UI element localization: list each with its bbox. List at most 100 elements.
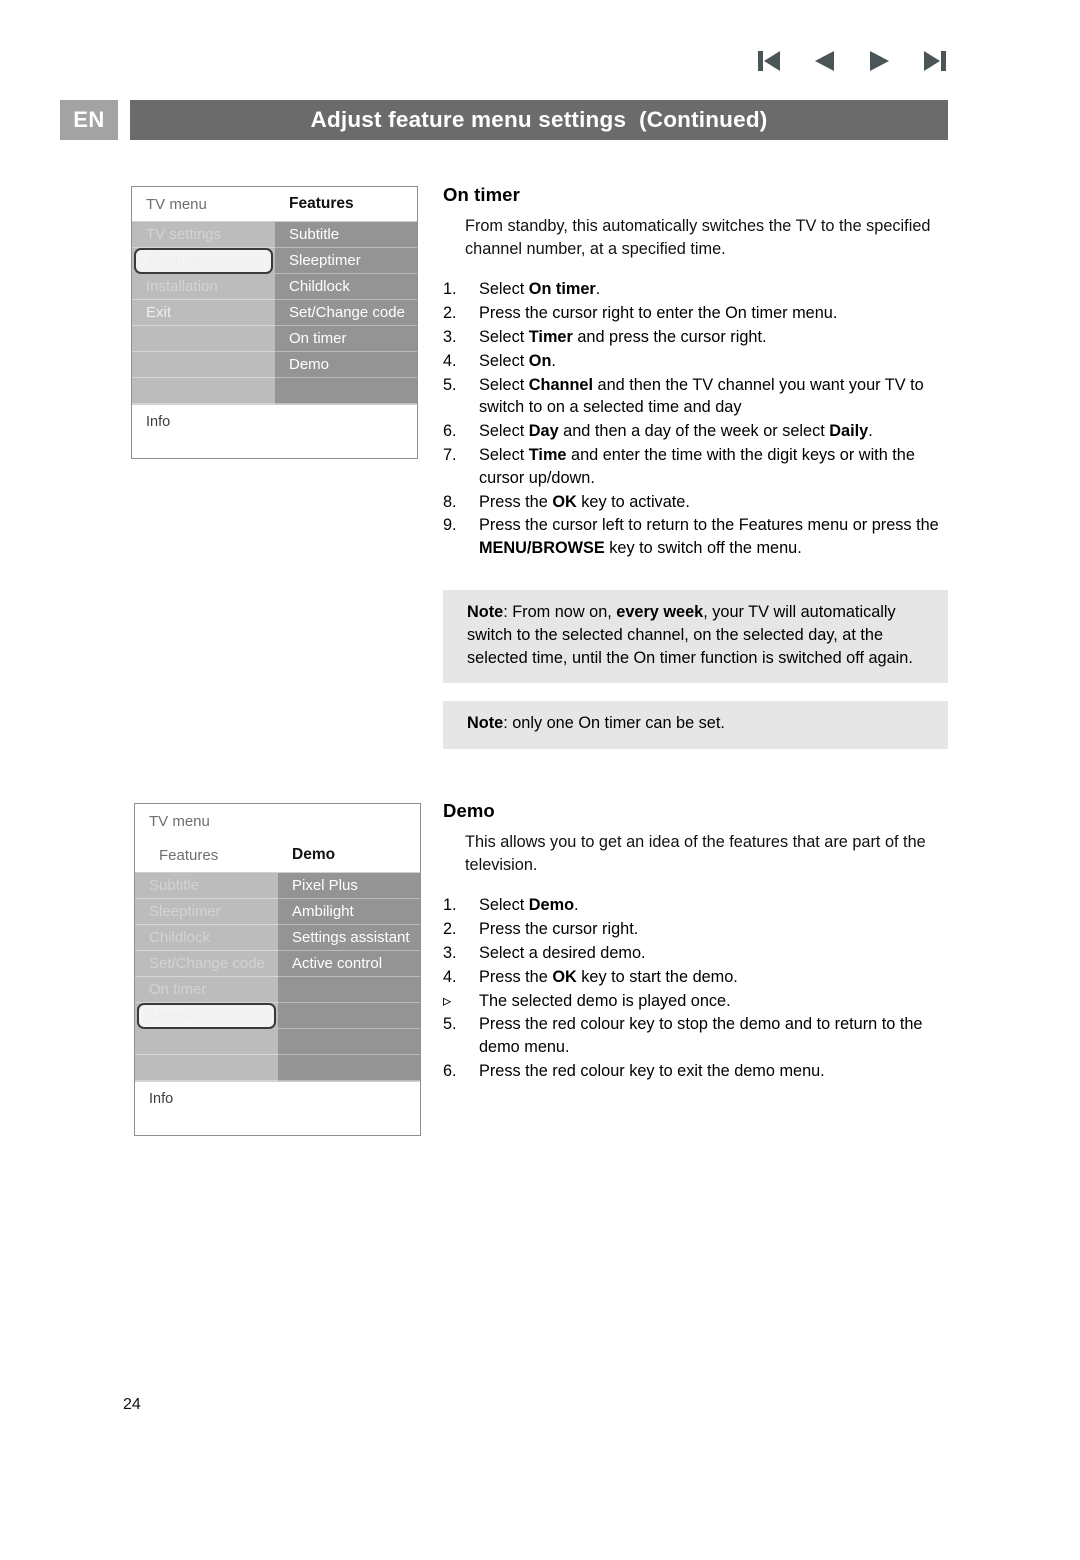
menu-header-left: TV menu — [146, 195, 207, 213]
section-intro: From standby, this automatically switche… — [465, 217, 931, 259]
step-number: 7. — [443, 445, 457, 464]
menu-header-row-top: TV menu — [135, 804, 420, 838]
step-item: 1. Select On timer. — [443, 278, 948, 301]
step-item: 5. Press the red colour key to stop the d… — [443, 1013, 948, 1059]
menu-header-row: Features Demo — [135, 838, 420, 873]
menu-info-footer: Info — [135, 1081, 420, 1135]
menu-item[interactable]: Childlock — [135, 925, 278, 951]
menu-item — [132, 326, 275, 352]
menu-item-selected[interactable]: Demo — [137, 1003, 276, 1029]
step-text: Press the red colour key to exit the dem… — [479, 1061, 825, 1080]
menu-item-selected[interactable]: Features — [134, 248, 273, 274]
menu-header-right: Demo — [292, 846, 336, 863]
section-title: Demo — [443, 800, 495, 821]
step-number: 6. — [443, 422, 457, 441]
section-on-timer: On timer From standby, this automaticall… — [443, 184, 948, 749]
menu-item — [132, 352, 275, 378]
step-number: 3. — [443, 943, 457, 962]
menu-item[interactable]: Set/Change code — [275, 300, 417, 326]
page-title-bar: Adjust feature menu settings (Continued) — [130, 100, 948, 140]
menu-body: TV settings Features Installation Exit Subt… — [132, 222, 417, 404]
page-navigation-arrows — [752, 44, 952, 78]
menu-item[interactable]: On timer — [135, 977, 278, 1003]
step-number: 1. — [443, 896, 457, 915]
step-number: 5. — [443, 375, 457, 394]
step-item: 2. Press the cursor right. — [443, 918, 948, 941]
menu-item[interactable]: Childlock — [275, 274, 417, 300]
menu-item[interactable]: Active control — [278, 951, 420, 977]
menu-item — [278, 1003, 420, 1029]
step-text: Select Day and then a day of the week or… — [479, 422, 873, 441]
menu-item[interactable]: On timer — [275, 326, 417, 352]
menu-item — [135, 1055, 278, 1081]
menu-item — [278, 1055, 420, 1081]
menu-item — [132, 378, 275, 404]
step-number: 6. — [443, 1061, 457, 1080]
step-number: 4. — [443, 967, 457, 986]
menu-header-top: TV menu — [149, 812, 210, 830]
menu-item[interactable]: Sleeptimer — [135, 899, 278, 925]
step-text: Select Channel and then the TV channel y… — [479, 375, 924, 417]
step-item: 4. Select On. — [443, 350, 948, 373]
page-number: 24 — [123, 1396, 141, 1413]
menu-item[interactable]: TV settings — [132, 222, 275, 248]
step-text: Select a desired demo. — [479, 943, 646, 962]
first-page-icon[interactable] — [752, 46, 786, 76]
step-text: Press the cursor right. — [479, 920, 639, 939]
menu-left-column: Subtitle Sleeptimer Childlock Set/Change co… — [135, 873, 278, 1081]
demo-step-list: 1. Select Demo. 2. Press the cursor right. 3… — [443, 894, 948, 1083]
page-title: Adjust feature menu settings (Continued) — [310, 107, 768, 132]
tv-menu-screenshot-demo: TV menu Features Demo Subtitle Sleeptimer… — [134, 803, 421, 1136]
menu-item[interactable]: Exit — [132, 300, 275, 326]
step-number: 1. — [443, 280, 457, 299]
section-title: On timer — [443, 184, 520, 205]
previous-page-icon[interactable] — [807, 46, 841, 76]
step-number: 2. — [443, 920, 457, 939]
on-timer-step-list: 1. Select On timer. 2. Press the cursor rig… — [443, 278, 948, 560]
step-number: 4. — [443, 351, 457, 370]
step-item: 9. Press the cursor left to return to the… — [443, 514, 948, 560]
step-text: Press the cursor right to enter the On t… — [479, 304, 838, 323]
step-item: 8. Press the OK key to activate. — [443, 491, 948, 514]
menu-left-column: TV settings Features Installation Exit — [132, 222, 275, 404]
menu-item[interactable]: Ambilight — [278, 899, 420, 925]
next-page-icon[interactable] — [863, 46, 897, 76]
menu-item[interactable]: Installation — [132, 274, 275, 300]
menu-item[interactable]: Demo — [275, 352, 417, 378]
step-item: 7. Select Time and enter the time with th… — [443, 444, 948, 490]
step-item: 6. Select Day and then a day of the week … — [443, 420, 948, 443]
step-number: ▹ — [443, 991, 452, 1010]
language-badge: EN — [60, 100, 118, 140]
step-number: 2. — [443, 304, 457, 323]
step-text: Select On timer. — [479, 280, 601, 299]
step-item: 6. Press the red colour key to exit the d… — [443, 1060, 948, 1083]
section-demo: Demo This allows you to get an idea of t… — [443, 800, 948, 1084]
menu-item[interactable]: Settings assistant — [278, 925, 420, 951]
menu-header-row: TV menu Features — [132, 187, 417, 222]
step-text: Select On. — [479, 351, 556, 370]
menu-item — [135, 1029, 278, 1055]
step-text: Press the OK key to activate. — [479, 492, 690, 511]
step-text: The selected demo is played once. — [479, 991, 731, 1010]
menu-item[interactable]: Pixel Plus — [278, 873, 420, 899]
menu-item[interactable]: Sleeptimer — [275, 248, 417, 274]
menu-item[interactable]: Subtitle — [275, 222, 417, 248]
tv-menu-screenshot-features: TV menu Features TV settings Features Inst… — [131, 186, 418, 459]
last-page-icon[interactable] — [918, 46, 952, 76]
menu-info-footer: Info — [132, 404, 417, 458]
step-text: Select Timer and press the cursor right. — [479, 327, 767, 346]
step-item: 5. Select Channel and then the TV channel… — [443, 374, 948, 420]
step-item: 2. Press the cursor right to enter the On… — [443, 302, 948, 325]
step-item: 4. Press the OK key to start the demo. — [443, 966, 948, 989]
step-text: Press the red colour key to stop the dem… — [479, 1015, 923, 1057]
step-text: Select Demo. — [479, 896, 579, 915]
menu-item[interactable]: Subtitle — [135, 873, 278, 899]
step-text: Press the cursor left to return to the F… — [479, 516, 939, 558]
menu-body: Subtitle Sleeptimer Childlock Set/Change co… — [135, 873, 420, 1081]
menu-item[interactable]: Set/Change code — [135, 951, 278, 977]
step-number: 5. — [443, 1015, 457, 1034]
menu-header-left: Features — [159, 846, 219, 864]
step-number: 8. — [443, 492, 457, 511]
note-box-single-timer: Note: only one On timer can be set. — [443, 701, 948, 749]
step-text: Select Time and enter the time with the … — [479, 445, 915, 487]
